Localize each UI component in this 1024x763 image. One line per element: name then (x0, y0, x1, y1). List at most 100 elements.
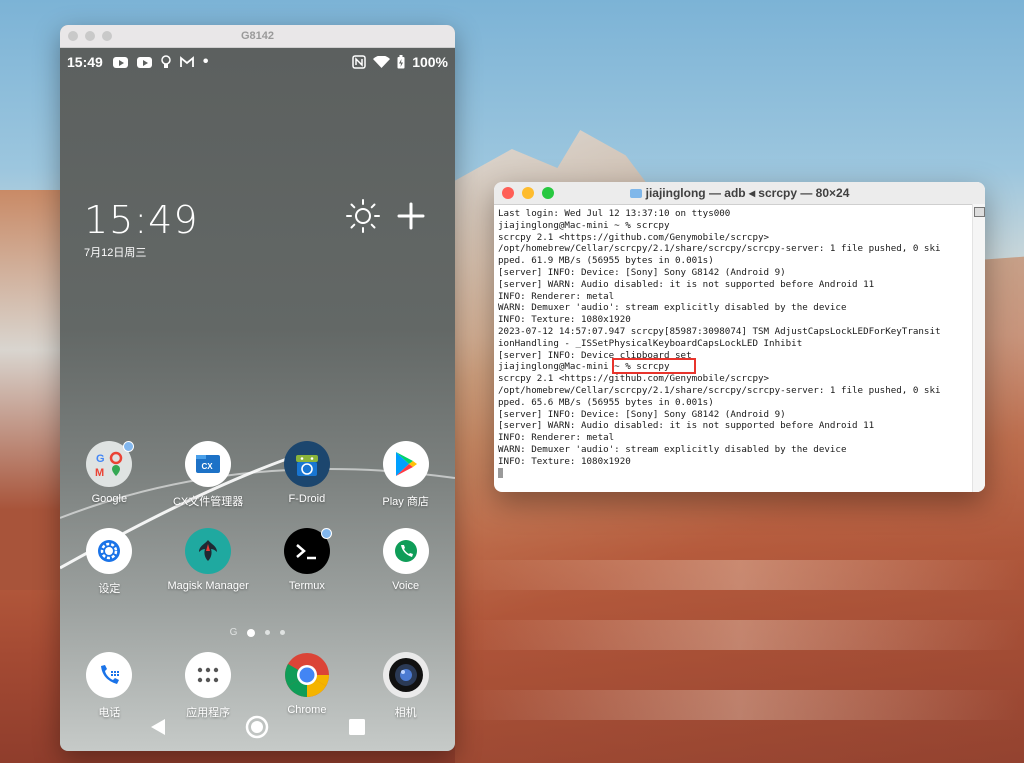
wallpaper-stripe (455, 620, 1024, 650)
app-settings[interactable]: 设定 (60, 528, 159, 596)
scroll-marker-icon[interactable] (973, 207, 985, 217)
clock-widget[interactable]: 15:49 7月12日周三 (84, 198, 199, 260)
lightbulb-icon (161, 55, 171, 68)
android-home-screen[interactable]: 15:49 • 100% 15:49 7月12日周三 G M Google CX… (60, 48, 455, 751)
page-dot[interactable] (265, 630, 271, 635)
terminal-titlebar[interactable]: jiajinglong — adb ◂ scrcpy — 80×24 (494, 182, 985, 205)
sun-weather-icon[interactable] (345, 198, 381, 234)
terminal-line: [server] INFO: Device: [Sony] Sony G8142… (498, 266, 786, 278)
terminal-line: scrcpy 2.1 <https://github.com/Genymobil… (498, 231, 770, 243)
terminal-scrollbar[interactable] (972, 204, 985, 492)
app-label: CX文件管理器 (172, 496, 244, 508)
svg-text:M: M (95, 467, 104, 479)
app-magisk[interactable]: Magisk Manager (159, 528, 258, 596)
termux-icon[interactable] (283, 528, 332, 574)
chrome-icon[interactable] (284, 652, 330, 698)
play-store-icon[interactable] (382, 441, 429, 487)
highlight-box (612, 358, 696, 374)
folder-icon (629, 189, 642, 198)
terminal-line: ionHandling - _ISSetPhysicalKeyboardCaps… (498, 337, 803, 349)
clock-date: 7月12日周三 (84, 247, 147, 259)
terminal-line: pped. 61.9 MB/s (56955 bytes in 0.001s) (498, 255, 714, 267)
terminal-line: jiajinglong@Mac-mini ~ % scrcpy (498, 219, 670, 231)
app-voice[interactable]: Voice (356, 528, 455, 596)
terminal-line: jiajinglong@Mac-mini ~ % scrcpy (498, 361, 670, 373)
page-dot[interactable] (280, 630, 286, 635)
app-label: 设定 (98, 583, 121, 595)
terminal-line: [server] WARN: Audio disabled: it is not… (498, 420, 875, 432)
terminal-line: [server] WARN: Audio disabled: it is not… (498, 278, 875, 290)
phone-icon[interactable] (86, 652, 133, 698)
minimize-button[interactable] (85, 31, 95, 41)
gmail-icon (179, 56, 194, 67)
terminal-output[interactable]: Last login: Wed Jul 12 13:37:10 on ttys0… (494, 205, 985, 479)
zoom-button[interactable] (102, 31, 112, 41)
scrcpy-phone-window[interactable]: G8142 15:49 • 100% 15:49 7月12日周三 G M Goo… (60, 25, 455, 751)
terminal-line: /opt/homebrew/Cellar/scrcpy/2.1/share/sc… (498, 384, 941, 396)
app-label: F-Droid (288, 493, 326, 505)
nfc-icon (352, 55, 366, 69)
page-dot-active[interactable] (247, 628, 256, 637)
notification-badge (123, 441, 135, 452)
close-button[interactable] (68, 31, 78, 41)
terminal-line: INFO: Renderer: metal (498, 290, 615, 302)
app-termux[interactable]: Termux (258, 528, 357, 596)
terminal-line: scrcpy 2.1 <https://github.com/Genymobil… (498, 373, 770, 385)
camera-icon[interactable] (382, 652, 429, 698)
battery-percent: 100% (412, 54, 448, 70)
terminal-line: Last login: Wed Jul 12 13:37:10 on ttys0… (498, 208, 731, 219)
back-nav-icon[interactable] (149, 718, 167, 736)
close-button[interactable] (502, 187, 514, 199)
terminal-line: [server] INFO: Device clipboard set (498, 349, 692, 361)
status-time: 15:49 (67, 54, 103, 70)
phone-window-title: G8142 (240, 30, 275, 42)
svg-text:CX: CX (202, 462, 214, 471)
app-label: Voice (392, 580, 420, 592)
app-row-2: 设定 Magisk Manager Termux Voice (60, 528, 455, 596)
terminal-line: WARN: Demuxer 'audio': stream explicitly… (498, 443, 847, 455)
notification-badge (320, 528, 332, 539)
youtube-notification-icon (136, 56, 152, 68)
fdroid-icon[interactable] (283, 441, 330, 487)
terminal-title: jiajinglong — adb ◂ scrcpy — 80×24 (645, 186, 850, 200)
terminal-line: INFO: Renderer: metal (498, 432, 615, 444)
cx-file-manager-icon[interactable]: CX (185, 441, 232, 487)
status-bar: 15:49 • 100% (60, 48, 455, 76)
terminal-line: INFO: Texture: 1080x1920 (498, 314, 631, 326)
terminal-line: INFO: Texture: 1080x1920 (498, 455, 631, 467)
text-cursor (498, 467, 503, 478)
google-folder-icon[interactable]: GM (86, 441, 135, 487)
app-play-store[interactable]: Play 商店 (356, 441, 455, 509)
youtube-notification-icon (112, 56, 128, 68)
terminal-line: 2023-07-12 14:57:07.947 scrcpy[85987:309… (498, 325, 941, 337)
terminal-line: [server] INFO: Device: [Sony] Sony G8142… (498, 408, 786, 420)
google-page-indicator[interactable]: G (230, 627, 238, 638)
clock-time: 15:49 (84, 198, 199, 242)
voice-icon[interactable] (382, 528, 429, 574)
svg-text:G: G (96, 453, 105, 465)
add-widget-plus-icon[interactable] (397, 202, 425, 230)
app-label: Play 商店 (382, 496, 429, 508)
page-indicator[interactable]: G (60, 627, 455, 638)
terminal-line: WARN: Demuxer 'audio': stream explicitly… (498, 302, 847, 314)
app-drawer-icon[interactable] (185, 652, 232, 698)
zoom-button[interactable] (542, 187, 554, 199)
terminal-window[interactable]: jiajinglong — adb ◂ scrcpy — 80×24 Last … (494, 182, 985, 492)
terminal-prompt-line[interactable] (498, 467, 981, 480)
magisk-icon[interactable] (185, 528, 232, 574)
minimize-button[interactable] (522, 187, 534, 199)
wifi-icon (373, 55, 391, 68)
terminal-line: pped. 65.6 MB/s (56955 bytes in 0.001s) (498, 396, 714, 408)
app-label: Magisk Manager (167, 580, 249, 592)
phone-window-titlebar[interactable]: G8142 (60, 25, 455, 48)
home-nav-icon[interactable] (244, 714, 270, 740)
terminal-line: /opt/homebrew/Cellar/scrcpy/2.1/share/sc… (498, 243, 941, 255)
more-notifications-dot-icon: • (202, 53, 209, 70)
app-fdroid[interactable]: F-Droid (258, 441, 357, 509)
app-google[interactable]: GM Google (60, 441, 159, 509)
settings-gear-icon[interactable] (86, 528, 133, 574)
battery-charging-icon (397, 55, 405, 69)
app-cx-file-manager[interactable]: CX CX文件管理器 (159, 441, 258, 509)
navigation-bar (60, 703, 455, 751)
recents-nav-icon[interactable] (348, 718, 366, 736)
